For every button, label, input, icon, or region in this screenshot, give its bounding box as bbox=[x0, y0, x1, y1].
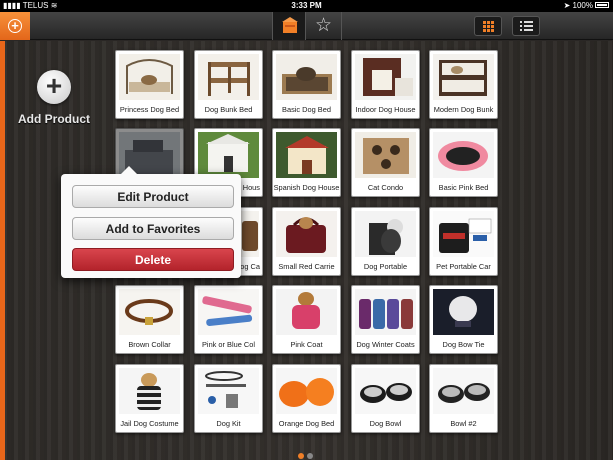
tab-favorites[interactable]: ☆ bbox=[306, 12, 342, 40]
product-image bbox=[276, 132, 337, 178]
list-view-button[interactable] bbox=[512, 16, 540, 36]
product-name: Orange Dog Bed bbox=[278, 419, 335, 428]
product-image bbox=[355, 132, 416, 178]
product-name: Small Red Carrie bbox=[278, 262, 335, 271]
product-card[interactable]: Jail Dog Costume bbox=[115, 364, 184, 433]
product-card[interactable]: Dog Bunk Bed bbox=[194, 50, 263, 119]
product-card[interactable]: Indoor Dog House bbox=[351, 50, 420, 119]
product-card[interactable]: Pink Coat bbox=[272, 285, 341, 354]
product-card[interactable]: Dog Winter Coats bbox=[351, 285, 420, 354]
product-name: Jail Dog Costume bbox=[120, 419, 179, 428]
product-name: Princess Dog Bed bbox=[119, 105, 180, 114]
plus-circle-icon: + bbox=[8, 19, 22, 33]
product-image bbox=[119, 368, 180, 414]
product-image bbox=[198, 132, 259, 178]
product-image bbox=[198, 368, 259, 414]
clock: 3:33 PM bbox=[291, 1, 322, 10]
page-dot[interactable] bbox=[307, 453, 313, 459]
store-icon bbox=[282, 17, 298, 33]
add-product-label: Add Product bbox=[18, 112, 90, 126]
product-name: Dog Kit bbox=[216, 419, 241, 428]
page-dot-active[interactable] bbox=[298, 453, 304, 459]
product-image bbox=[355, 289, 416, 335]
product-name: Indoor Dog House bbox=[355, 105, 416, 114]
product-name: Dog Winter Coats bbox=[356, 340, 415, 349]
battery-indicator: ➤ 100% bbox=[564, 0, 609, 12]
product-name: Cat Condo bbox=[367, 183, 404, 192]
edit-product-button[interactable]: Edit Product bbox=[72, 185, 234, 208]
product-image bbox=[276, 54, 337, 100]
toolbar: + ☆ bbox=[0, 12, 613, 40]
list-icon bbox=[520, 21, 533, 31]
delete-button[interactable]: Delete bbox=[72, 248, 234, 271]
product-image bbox=[355, 54, 416, 100]
status-bar: ▮▮▮▮ TELUS ≋ 3:33 PM ➤ 100% bbox=[0, 0, 613, 12]
product-image bbox=[198, 54, 259, 100]
product-card[interactable]: Basic Pink Bed bbox=[429, 128, 498, 197]
product-card[interactable]: Dog Portable bbox=[351, 207, 420, 276]
product-card[interactable]: Brown Collar bbox=[115, 285, 184, 354]
plus-icon: + bbox=[37, 70, 71, 104]
grid-view-button[interactable] bbox=[474, 16, 502, 36]
product-card[interactable]: Small Red Carrie bbox=[272, 207, 341, 276]
add-button[interactable]: + bbox=[0, 12, 30, 40]
product-image bbox=[433, 132, 494, 178]
product-card[interactable]: Dog Kit bbox=[194, 364, 263, 433]
product-card[interactable]: Dog Bow Tie bbox=[429, 285, 498, 354]
product-image bbox=[198, 289, 259, 335]
battery-icon bbox=[595, 1, 609, 8]
product-name: Bowl #2 bbox=[450, 419, 477, 428]
product-image bbox=[119, 289, 180, 335]
product-card[interactable]: Dog Bowl bbox=[351, 364, 420, 433]
product-name: Spanish Dog House bbox=[273, 183, 340, 192]
product-name: Basic Dog Bed bbox=[282, 105, 331, 114]
product-card[interactable]: Orange Dog Bed bbox=[272, 364, 341, 433]
product-card[interactable]: Princess Dog Bed bbox=[115, 50, 184, 119]
product-image bbox=[355, 211, 416, 257]
product-name: Brown Collar bbox=[128, 340, 171, 349]
grid-icon bbox=[483, 21, 494, 32]
product-name: Dog Portable bbox=[363, 262, 408, 271]
product-image bbox=[433, 289, 494, 335]
product-image bbox=[276, 211, 337, 257]
product-name: Modern Dog Bunk bbox=[433, 105, 494, 114]
product-name: Pink or Blue Col bbox=[202, 340, 255, 349]
product-image bbox=[276, 289, 337, 335]
product-card[interactable]: Cat Condo bbox=[351, 128, 420, 197]
product-card[interactable]: Pet Portable Car bbox=[429, 207, 498, 276]
product-card[interactable]: Bowl #2 bbox=[429, 364, 498, 433]
page-indicator[interactable] bbox=[298, 446, 316, 460]
product-name: Basic Pink Bed bbox=[438, 183, 489, 192]
product-name: Dog Bunk Bed bbox=[204, 105, 253, 114]
product-card[interactable]: Spanish Dog House bbox=[272, 128, 341, 197]
product-image bbox=[119, 54, 180, 100]
product-card[interactable]: Pink or Blue Col bbox=[194, 285, 263, 354]
product-image bbox=[433, 368, 494, 414]
star-icon: ☆ bbox=[314, 15, 333, 36]
product-name: Pink Coat bbox=[290, 340, 323, 349]
product-card[interactable]: Basic Dog Bed bbox=[272, 50, 341, 119]
product-actions-popover: Edit Product Add to Favorites Delete bbox=[61, 166, 241, 278]
product-image bbox=[433, 211, 494, 257]
product-name: Dog Bowl bbox=[369, 419, 402, 428]
product-image bbox=[276, 368, 337, 414]
product-card[interactable]: Modern Dog Bunk bbox=[429, 50, 498, 119]
accent-edge bbox=[0, 41, 5, 460]
product-name: Dog Bow Tie bbox=[442, 340, 485, 349]
product-image bbox=[433, 54, 494, 100]
add-to-favorites-button[interactable]: Add to Favorites bbox=[72, 217, 234, 240]
add-product-button[interactable]: + Add Product bbox=[14, 70, 94, 126]
product-image bbox=[355, 368, 416, 414]
tab-store[interactable] bbox=[272, 12, 306, 40]
product-name: Pet Portable Car bbox=[436, 262, 491, 271]
